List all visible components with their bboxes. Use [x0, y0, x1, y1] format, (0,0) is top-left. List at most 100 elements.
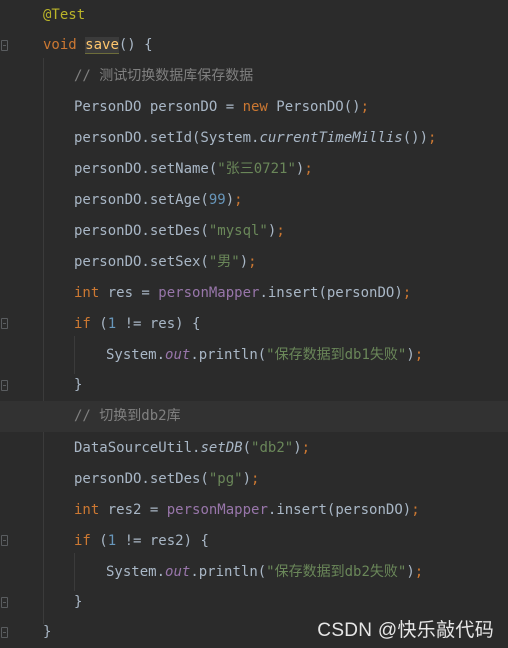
- code-token: res2 =: [107, 502, 167, 518]
- code-token: (: [99, 316, 108, 332]
- code-line[interactable]: personDO.setDes("mysql");: [0, 216, 508, 247]
- code-token: }: [43, 624, 52, 640]
- code-token: .insert(personDO): [267, 502, 412, 518]
- code-line-content: }: [43, 617, 51, 648]
- code-token: }: [74, 594, 83, 610]
- code-token: 1: [107, 316, 125, 332]
- code-line[interactable]: System.out.println("保存数据到db1失败");: [0, 340, 508, 371]
- code-line[interactable]: }: [0, 587, 508, 618]
- code-token: // 测试切换数据库保存数据: [74, 68, 254, 84]
- code-token: out: [165, 564, 191, 580]
- code-line[interactable]: personDO.setDes("pg");: [0, 464, 508, 495]
- code-token: ;: [360, 99, 370, 115]
- code-token: "保存数据到db2失败": [266, 564, 407, 580]
- code-line-content: personDO.setSex("男");: [74, 247, 257, 278]
- code-token: personDO.setName(: [74, 161, 218, 177]
- code-token: personDO.setAge(: [74, 192, 209, 208]
- code-token: personMapper: [158, 285, 260, 301]
- code-line-content: if (1 != res2) {: [74, 526, 209, 557]
- code-token: .insert(personDO): [259, 285, 403, 301]
- code-token: if: [74, 316, 100, 332]
- code-token: personDO.setDes(: [74, 223, 209, 239]
- code-line[interactable]: personDO.setName("张三0721");: [0, 154, 508, 185]
- code-token: ): [293, 440, 302, 456]
- code-token: ): [406, 564, 415, 580]
- code-token: // 切换到db2库: [74, 408, 181, 424]
- code-token: out: [165, 347, 191, 363]
- code-token: (: [242, 440, 252, 456]
- code-token: 1: [107, 533, 125, 549]
- code-token: ;: [428, 130, 437, 146]
- code-token: ;: [251, 471, 260, 487]
- code-line-content: personDO.setAge(99);: [74, 185, 243, 216]
- code-token: "pg": [208, 471, 243, 487]
- code-token: save: [85, 37, 119, 54]
- code-line-content: // 测试切换数据库保存数据: [74, 61, 253, 92]
- code-line-content: personDO.setDes("pg");: [74, 464, 259, 495]
- code-line-content: System.out.println("保存数据到db2失败");: [106, 557, 423, 588]
- code-token: ): [242, 471, 252, 487]
- code-line[interactable]: if (1 != res) {: [0, 309, 508, 340]
- code-line[interactable]: // 切换到db2库: [0, 401, 508, 432]
- code-line[interactable]: @Test: [0, 0, 508, 31]
- code-line-content: }: [74, 370, 82, 401]
- code-token: 99: [208, 192, 226, 208]
- code-line[interactable]: personDO.setAge(99);: [0, 185, 508, 216]
- code-token: ;: [414, 347, 424, 363]
- code-token: }: [74, 377, 83, 393]
- code-token: ;: [414, 564, 424, 580]
- code-line-content: // 切换到db2库: [74, 401, 181, 432]
- code-token: "张三0721": [217, 161, 296, 177]
- code-token: void: [43, 37, 86, 53]
- code-line-content: if (1 != res) {: [74, 309, 200, 340]
- code-line[interactable]: void save() {: [0, 30, 508, 61]
- code-token: "男": [208, 254, 240, 270]
- code-token: new: [242, 99, 277, 115]
- code-token: personDO.setDes(: [74, 471, 209, 487]
- code-line[interactable]: personDO.setId(System.currentTimeMillis(…: [0, 123, 508, 154]
- code-token: ;: [276, 223, 285, 239]
- code-token: "保存数据到db1失败": [266, 347, 407, 363]
- code-token: int: [74, 285, 108, 301]
- code-token: "mysql": [208, 223, 268, 239]
- code-line-content: @Test: [43, 0, 85, 31]
- code-line[interactable]: // 测试切换数据库保存数据: [0, 61, 508, 92]
- code-token: DataSourceUtil.: [74, 440, 201, 456]
- code-token: int: [74, 502, 108, 518]
- code-token: personDO.setSex(: [74, 254, 209, 270]
- code-token: ): [406, 347, 415, 363]
- code-token: ): [239, 254, 249, 270]
- code-token: PersonDO(): [276, 99, 361, 115]
- code-token: != res) {: [124, 316, 201, 332]
- code-token: ;: [304, 161, 313, 177]
- code-line-content: int res = personMapper.insert(personDO);: [74, 278, 411, 309]
- code-line[interactable]: personDO.setSex("男");: [0, 247, 508, 278]
- code-token: ): [225, 192, 235, 208]
- code-line[interactable]: int res2 = personMapper.insert(personDO)…: [0, 495, 508, 526]
- code-token: PersonDO personDO =: [74, 99, 243, 115]
- code-token: ()): [402, 130, 429, 146]
- code-token: .println(: [190, 347, 267, 363]
- code-line[interactable]: }: [0, 370, 508, 401]
- code-token: != res2) {: [124, 533, 209, 549]
- code-token: if: [74, 533, 100, 549]
- code-line-content: System.out.println("保存数据到db1失败");: [106, 340, 423, 371]
- code-token: System.: [106, 347, 166, 363]
- code-line[interactable]: System.out.println("保存数据到db2失败");: [0, 557, 508, 588]
- code-line[interactable]: int res = personMapper.insert(personDO);: [0, 278, 508, 309]
- code-token: ;: [411, 502, 420, 518]
- code-line-content: PersonDO personDO = new PersonDO();: [74, 92, 369, 123]
- code-line-content: personDO.setName("张三0721");: [74, 154, 313, 185]
- code-token: ;: [402, 285, 412, 301]
- code-token: .println(: [190, 564, 267, 580]
- code-line-content: personDO.setId(System.currentTimeMillis(…: [74, 123, 436, 154]
- code-token: System.: [106, 564, 166, 580]
- code-token: ;: [248, 254, 257, 270]
- code-line[interactable]: PersonDO personDO = new PersonDO();: [0, 92, 508, 123]
- code-line-content: personDO.setDes("mysql");: [74, 216, 285, 247]
- code-line[interactable]: DataSourceUtil.setDB("db2");: [0, 433, 508, 464]
- code-token: (: [99, 533, 108, 549]
- code-token: personDO.setId(System.: [74, 130, 260, 146]
- code-line[interactable]: if (1 != res2) {: [0, 526, 508, 557]
- code-token: setDB: [200, 440, 243, 456]
